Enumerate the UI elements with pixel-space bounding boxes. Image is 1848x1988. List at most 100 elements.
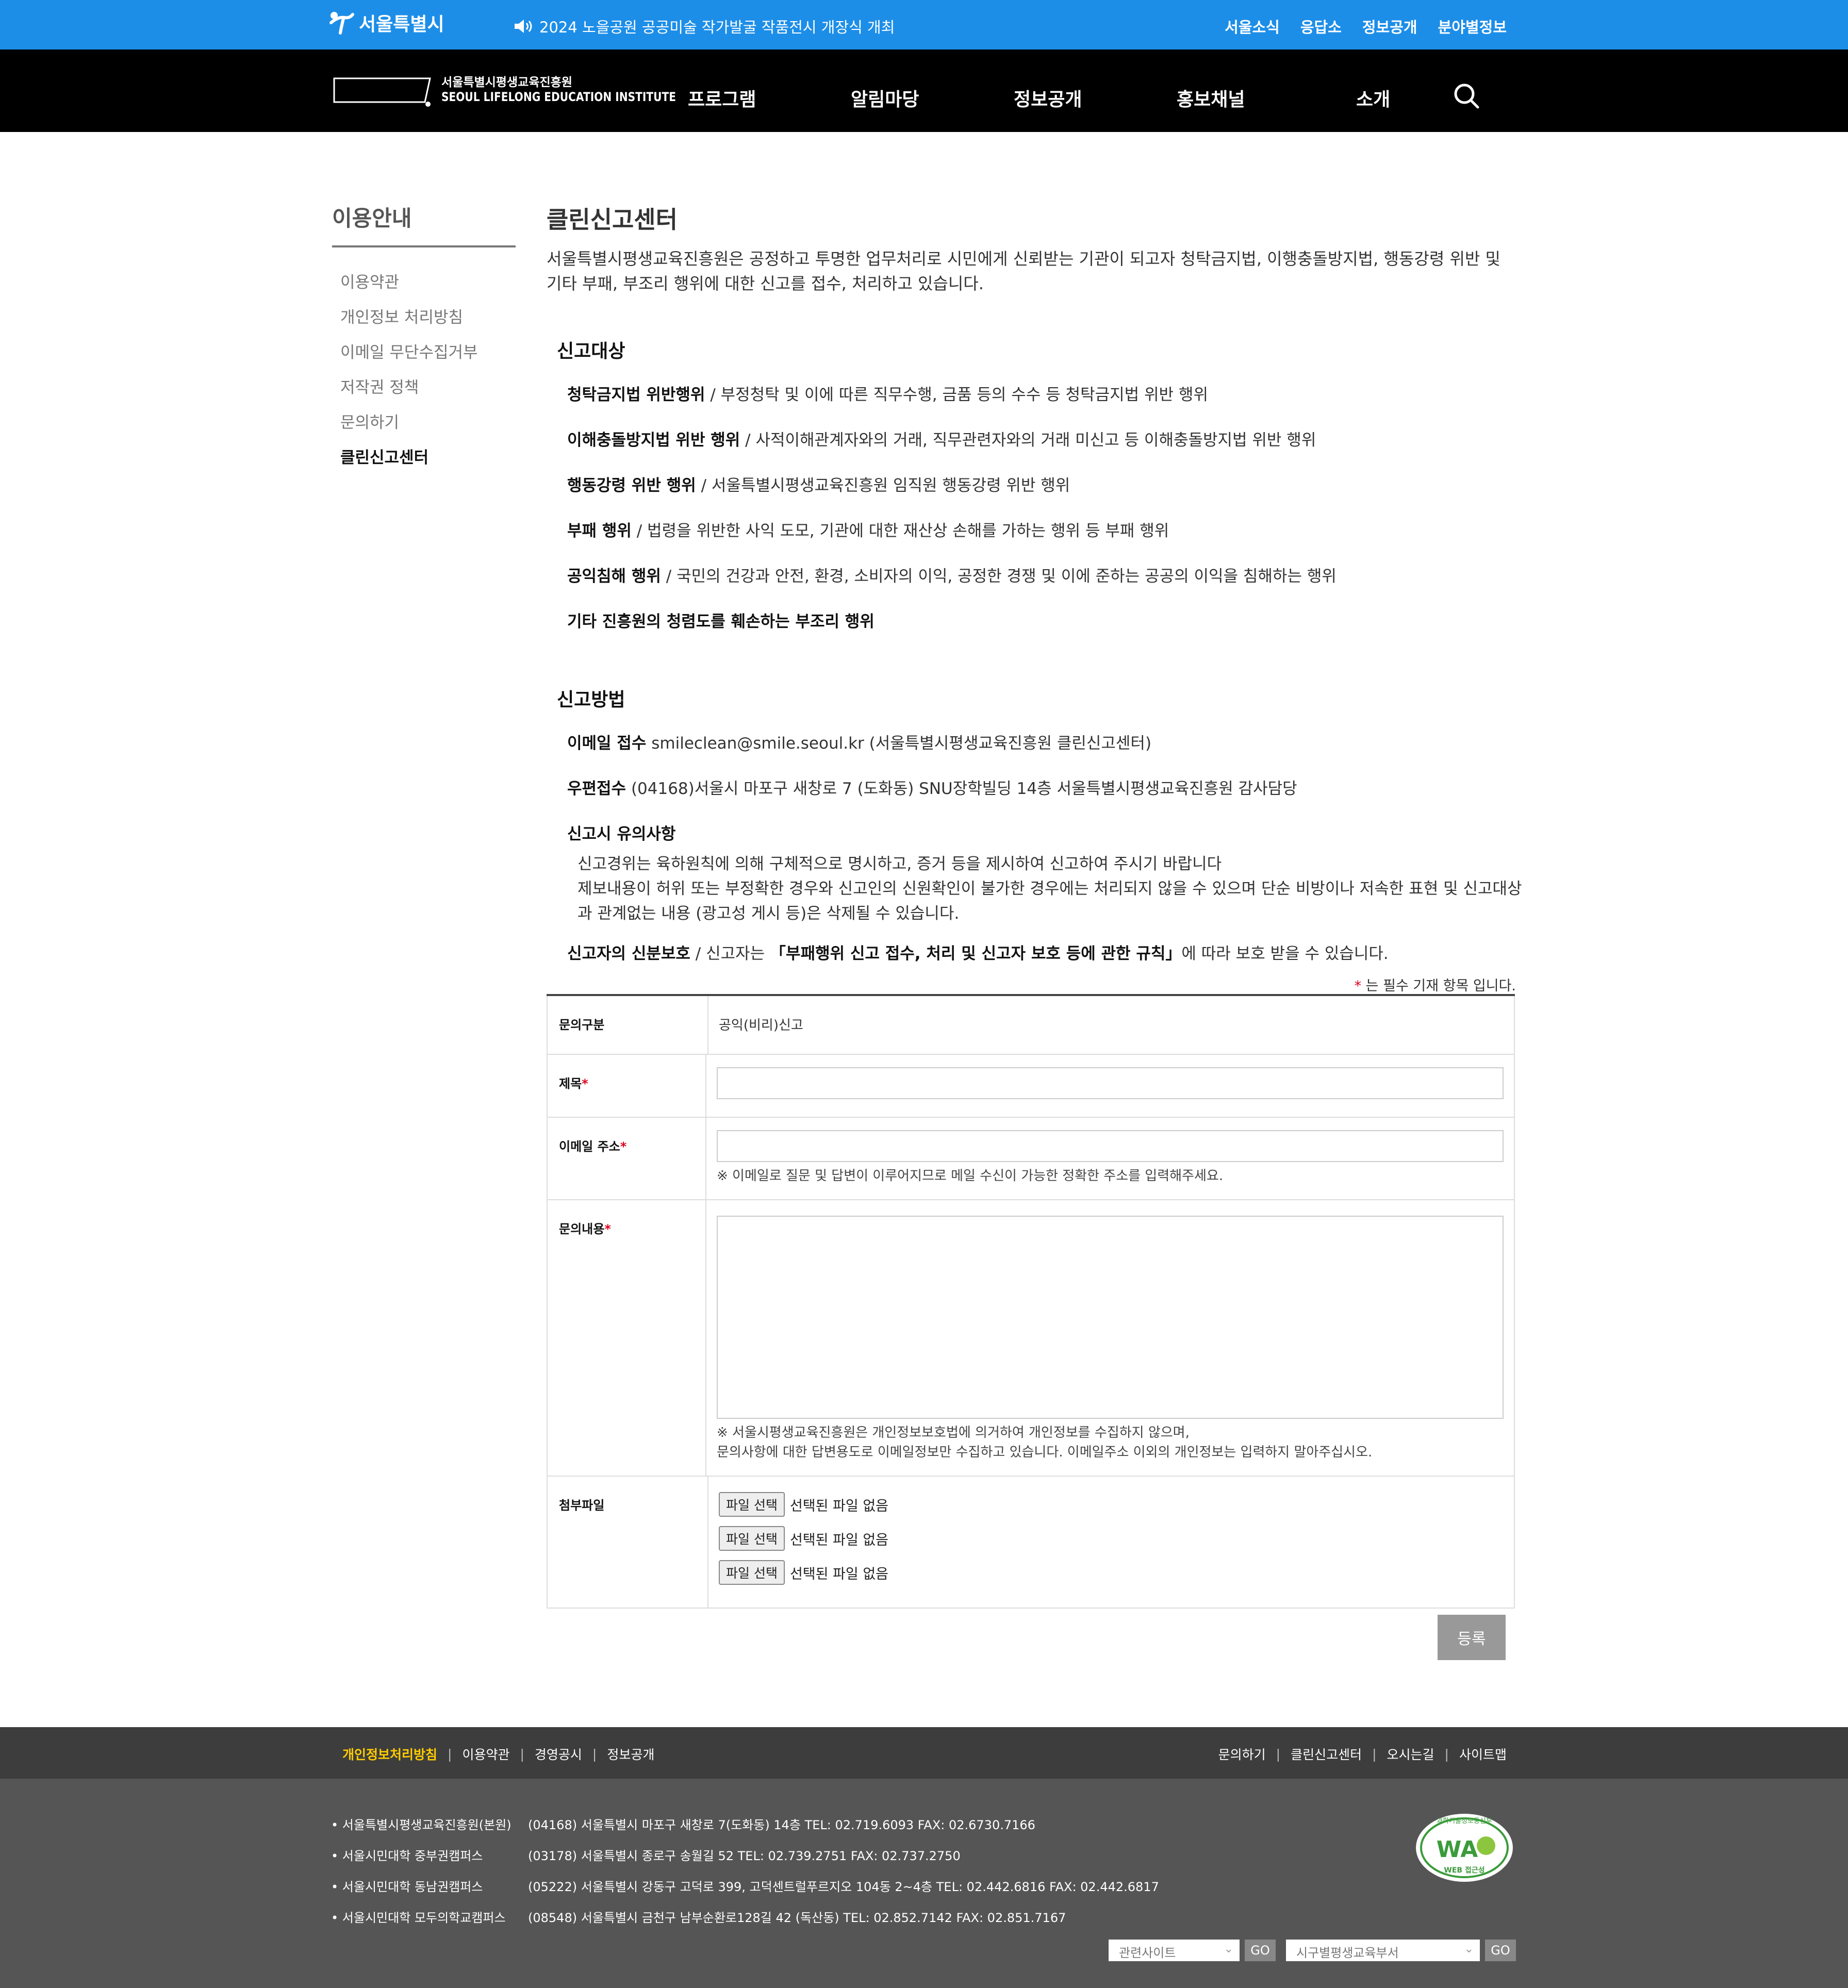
footer-links-bar: 개인정보처리방침 | 이용약관 | 경영공시 | 정보공개 문의하기 | 클린신고센터 |… — [0, 1727, 1848, 1779]
footer: • 서울특별시평생교육진흥원(본원) (04168) 서울특별시 마포구 새창로 … — [0, 1779, 1848, 1988]
content-hint: ※ 서울시평생교육진흥원은 개인정보보호법에 의거하여 개인정보를 수집하지 않… — [717, 1425, 1373, 1460]
target-item: 기타 진흥원의 청렴도를 훼손하는 부조리 행위 — [567, 612, 874, 631]
logo-korean: 서울특별시평생교육진흥원 — [441, 75, 572, 89]
nav-item-info[interactable]: 정보공개 — [1014, 85, 1082, 111]
sidebar-item-email-refusal[interactable]: 이메일 무단수집거부 — [340, 339, 478, 374]
notice-text: 2024 노을공원 공공미술 작가발굴 작품전시 개장식 개최 — [539, 19, 895, 36]
sidebar-item-copyright[interactable]: 저작권 정책 — [340, 374, 478, 409]
sidebar-item-clean-center[interactable]: 클린신고센터 — [340, 444, 478, 479]
subject-label: 제목* — [548, 1055, 706, 1117]
category-label: 문의구분 — [548, 996, 708, 1054]
address-list: • 서울특별시평생교육진흥원(본원) (04168) 서울특별시 마포구 새창로 … — [331, 1815, 1159, 1939]
form-row-attachment: 첨부파일 파일 선택 선택된 파일 없음 파일 선택 선택된 파일 없음 파일 선택… — [547, 1477, 1515, 1609]
search-icon[interactable] — [1453, 82, 1480, 109]
required-note: * 는 필수 기재 항목 입니다. — [1354, 978, 1516, 994]
district-select[interactable]: 시구별평생교육부서 ⌄ — [1286, 1940, 1480, 1961]
related-sites-select[interactable]: 관련사이트 ⌄ — [1109, 1940, 1240, 1961]
attachment-label: 첨부파일 — [548, 1477, 708, 1608]
district-go-button[interactable]: GO — [1485, 1940, 1516, 1961]
email-method: 이메일 접수 smileclean@smile.seoul.kr (서울특별시평… — [567, 734, 1152, 753]
web-accessibility-badge-icon: 과학기술정보통신부 WA WEB 접근성 — [1416, 1814, 1513, 1882]
badge-main: WA — [1437, 1836, 1478, 1863]
page-title: 클린신고센터 — [547, 206, 678, 234]
nav-item-pr[interactable]: 홍보채널 — [1177, 85, 1245, 111]
file-input: 파일 선택 선택된 파일 없음 — [719, 1492, 1504, 1517]
content-textarea[interactable] — [717, 1216, 1504, 1419]
top-link-field[interactable]: 분야별정보 — [1438, 15, 1507, 37]
report-form: 문의구분 공익(비리)신고 제목* 이메일 주소* ※ 이메일로 질문 및 답변… — [547, 994, 1515, 1609]
email-input[interactable] — [717, 1130, 1504, 1162]
sidebar-item-privacy[interactable]: 개인정보 처리방침 — [340, 304, 478, 339]
footer-link-info[interactable]: 정보공개 — [607, 1745, 654, 1763]
target-item: 이해충돌방지법 위반 행위 / 사적이해관계자와의 거래, 직무관련자와의 거래… — [567, 431, 1316, 450]
sidebar-menu: 이용약관 개인정보 처리방침 이메일 무단수집거부 저작권 정책 문의하기 클린… — [340, 269, 478, 479]
footer-link-management[interactable]: 경영공시 — [535, 1745, 582, 1763]
seoul-symbol-icon — [329, 12, 354, 35]
form-row-content: 문의내용* ※ 서울시평생교육진흥원은 개인정보보호법에 의거하여 개인정보를 … — [547, 1200, 1515, 1477]
top-link-response[interactable]: 응답소 — [1300, 15, 1342, 37]
submit-button[interactable]: 등록 — [1438, 1615, 1506, 1660]
footer-left-links: 개인정보처리방침 | 이용약관 | 경영공시 | 정보공개 — [342, 1745, 654, 1763]
main-nav: 서울특별시평생교육진흥원 SEOUL LIFELONG EDUCATION IN… — [0, 49, 1848, 132]
speaker-icon — [515, 20, 532, 33]
footer-link-inquiry[interactable]: 문의하기 — [1218, 1745, 1266, 1763]
caution-heading: 신고시 유의사항 — [567, 825, 676, 843]
footer-link-terms[interactable]: 이용약관 — [462, 1745, 509, 1763]
file-input: 파일 선택 선택된 파일 없음 — [719, 1526, 1504, 1551]
file-status: 선택된 파일 없음 — [789, 1498, 888, 1514]
email-label: 이메일 주소* — [548, 1118, 706, 1199]
subject-input[interactable] — [717, 1067, 1504, 1099]
target-item: 청탁금지법 위반행위 / 부정청탁 및 이에 따른 직무수행, 금품 등의 수수… — [567, 386, 1208, 404]
logo-english: SEOUL LIFELONG EDUCATION INSTITUTE — [441, 90, 676, 105]
seoul-logo[interactable]: 서울특별시 — [329, 9, 444, 36]
top-links: 서울소식 응답소 정보공개 분야별정보 — [1225, 15, 1507, 37]
post-method: 우편접수 (04168)서울시 마포구 새창로 7 (도화동) SNU장학빌딩 … — [567, 780, 1297, 798]
caution-item: 신고경위는 육하원칙에 의해 구체적으로 명시하고, 증거 등을 제시하여 신고… — [578, 855, 1222, 873]
form-row-category: 문의구분 공익(비리)신고 — [547, 996, 1515, 1055]
chevron-down-icon: ⌄ — [1464, 1943, 1474, 1956]
footer-link-privacy[interactable]: 개인정보처리방침 — [342, 1745, 437, 1763]
address-item: • 서울시민대학 중부권캠퍼스 (03178) 서울특별시 종로구 송월길 52 … — [331, 1849, 961, 1863]
institute-logo[interactable]: 서울특별시평생교육진흥원 SEOUL LIFELONG EDUCATION IN… — [332, 73, 721, 107]
footer-link-clean-center[interactable]: 클린신고센터 — [1291, 1745, 1362, 1763]
caution-item: 제보내용이 허위 또는 부정확한 경우와 신고인의 신원확인이 불가한 경우에는… — [578, 880, 1522, 923]
address-item: • 서울시민대학 모두의학교캠퍼스 (08548) 서울특별시 금천구 남부순환로… — [331, 1911, 1066, 1925]
top-bar: 서울특별시 2024 노을공원 공공미술 작가발굴 작품전시 개장식 개최 서울… — [0, 0, 1848, 49]
intro-text: 서울특별시평생교육진흥원은 공정하고 투명한 업무처리로 시민에게 신뢰받는 기… — [547, 249, 1500, 293]
sidebar-item-inquiry[interactable]: 문의하기 — [340, 409, 478, 444]
nav-item-notice[interactable]: 알림마당 — [851, 85, 919, 111]
file-status: 선택된 파일 없음 — [789, 1532, 888, 1548]
file-select-button[interactable]: 파일 선택 — [719, 1492, 785, 1517]
target-item: 공익침해 행위 / 국민의 건강과 안전, 환경, 소비자의 이익, 공정한 경… — [567, 567, 1336, 586]
address-item: • 서울특별시평생교육진흥원(본원) (04168) 서울특별시 마포구 새창로 … — [331, 1818, 1035, 1832]
chevron-down-icon: ⌄ — [1224, 1943, 1233, 1956]
address-item: • 서울시민대학 동남권캠퍼스 (05222) 서울특별시 강동구 고덕로 399… — [331, 1880, 1159, 1894]
sidebar-item-terms[interactable]: 이용약관 — [340, 269, 478, 304]
footer-link-sitemap[interactable]: 사이트맵 — [1459, 1745, 1507, 1763]
method-heading: 신고방법 — [557, 689, 625, 710]
content-label: 문의내용* — [548, 1200, 706, 1476]
top-link-info[interactable]: 정보공개 — [1362, 15, 1417, 37]
targets-heading: 신고대상 — [557, 341, 625, 362]
main-content: 클린신고센터 서울특별시평생교육진흥원은 공정하고 투명한 업무처리로 시민에게… — [547, 201, 1522, 963]
form-row-email: 이메일 주소* ※ 이메일로 질문 및 답변이 이루어지므로 메일 수신이 가능… — [547, 1118, 1515, 1200]
top-link-news[interactable]: 서울소식 — [1225, 15, 1280, 37]
badge-title: 과학기술정보통신부 — [1437, 1817, 1492, 1825]
badge-sub: WEB 접근성 — [1444, 1866, 1484, 1875]
target-item: 부패 행위 / 법령을 위반한 사익 도모, 기관에 대한 재산상 손해를 가하… — [567, 522, 1169, 540]
notice-ticker[interactable]: 2024 노을공원 공공미술 작가발굴 작품전시 개장식 개최 — [514, 15, 895, 37]
nav-item-program[interactable]: 프로그램 — [688, 85, 756, 111]
city-name: 서울특별시 — [359, 14, 444, 35]
footer-right-links: 문의하기 | 클린신고센터 | 오시는길 | 사이트맵 — [1218, 1745, 1507, 1763]
sidebar-divider — [332, 245, 516, 247]
file-input: 파일 선택 선택된 파일 없음 — [719, 1560, 1504, 1585]
form-row-subject: 제목* — [547, 1055, 1515, 1118]
related-sites-go-button[interactable]: GO — [1245, 1940, 1276, 1961]
footer-link-directions[interactable]: 오시는길 — [1387, 1745, 1434, 1763]
nav-item-about[interactable]: 소개 — [1356, 85, 1390, 111]
file-select-button[interactable]: 파일 선택 — [719, 1526, 785, 1551]
file-select-button[interactable]: 파일 선택 — [719, 1560, 785, 1585]
target-item: 행동강령 위반 행위 / 서울특별시평생교육진흥원 임직원 행동강령 위반 행위 — [567, 476, 1070, 495]
category-value: 공익(비리)신고 — [719, 1018, 803, 1033]
email-hint: ※ 이메일로 질문 및 답변이 이루어지므로 메일 수신이 가능한 정확한 주소… — [717, 1168, 1224, 1184]
